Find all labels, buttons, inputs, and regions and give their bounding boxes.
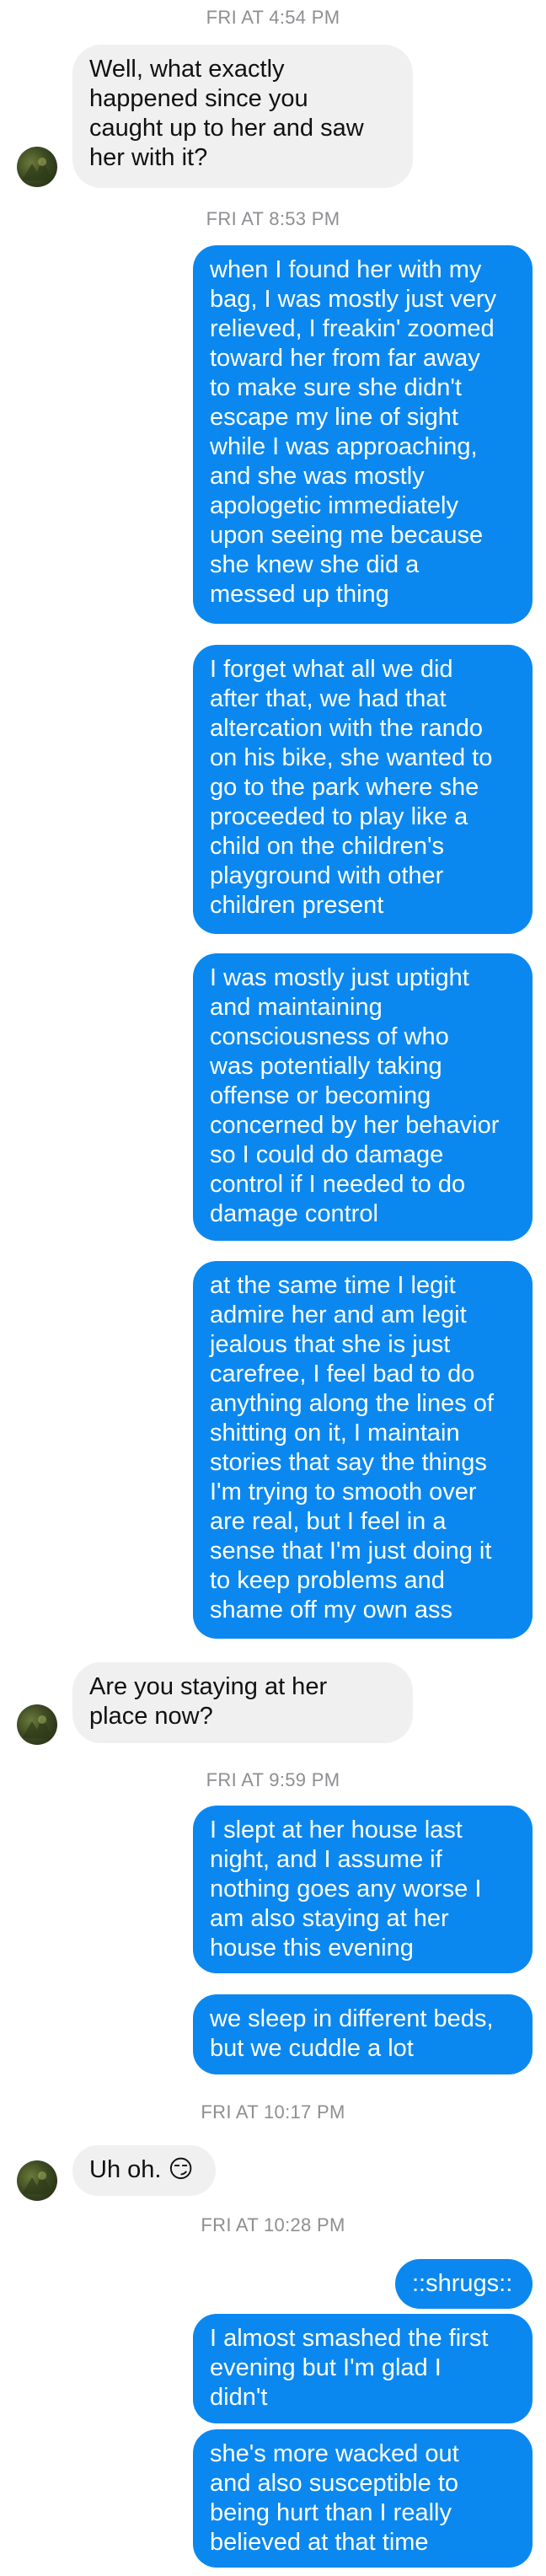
message-bubble-outgoing[interactable]: I almost smashed the first evening but I…: [193, 2314, 533, 2423]
message-bubble-incoming[interactable]: Well, what exactly happened since you ca…: [72, 45, 413, 188]
message-bubble-outgoing[interactable]: we sleep in different beds, but we cuddl…: [193, 1994, 533, 2074]
message-bubble-outgoing[interactable]: at the same time I legit admire her and …: [193, 1261, 533, 1639]
timestamp: FRI AT 8:53 PM: [206, 208, 340, 229]
message-bubble-outgoing[interactable]: I forget what all we did after that, we …: [193, 645, 533, 934]
timestamp: FRI AT 10:28 PM: [201, 2214, 345, 2235]
message-bubble-outgoing[interactable]: ::shrugs::: [395, 2259, 533, 2309]
message-bubble-outgoing[interactable]: when I found her with my bag, I was most…: [193, 245, 533, 624]
message-bubble-outgoing[interactable]: I slept at her house last night, and I a…: [193, 1806, 533, 1973]
timestamp: FRI AT 4:54 PM: [206, 7, 340, 28]
timestamp: FRI AT 10:17 PM: [201, 2101, 345, 2123]
contact-avatar-icon[interactable]: [17, 1704, 57, 1745]
message-bubble-outgoing[interactable]: she's more wacked out and also susceptib…: [193, 2429, 533, 2568]
message-bubble-incoming[interactable]: Are you staying at her place now?: [72, 1662, 413, 1743]
contact-avatar-icon[interactable]: [17, 2160, 57, 2201]
contact-avatar-icon[interactable]: [17, 147, 57, 187]
message-bubble-incoming[interactable]: Uh oh. 😏: [72, 2145, 216, 2196]
timestamp: FRI AT 9:59 PM: [206, 1769, 340, 1790]
message-bubble-outgoing[interactable]: I was mostly just uptight and maintainin…: [193, 953, 533, 1241]
